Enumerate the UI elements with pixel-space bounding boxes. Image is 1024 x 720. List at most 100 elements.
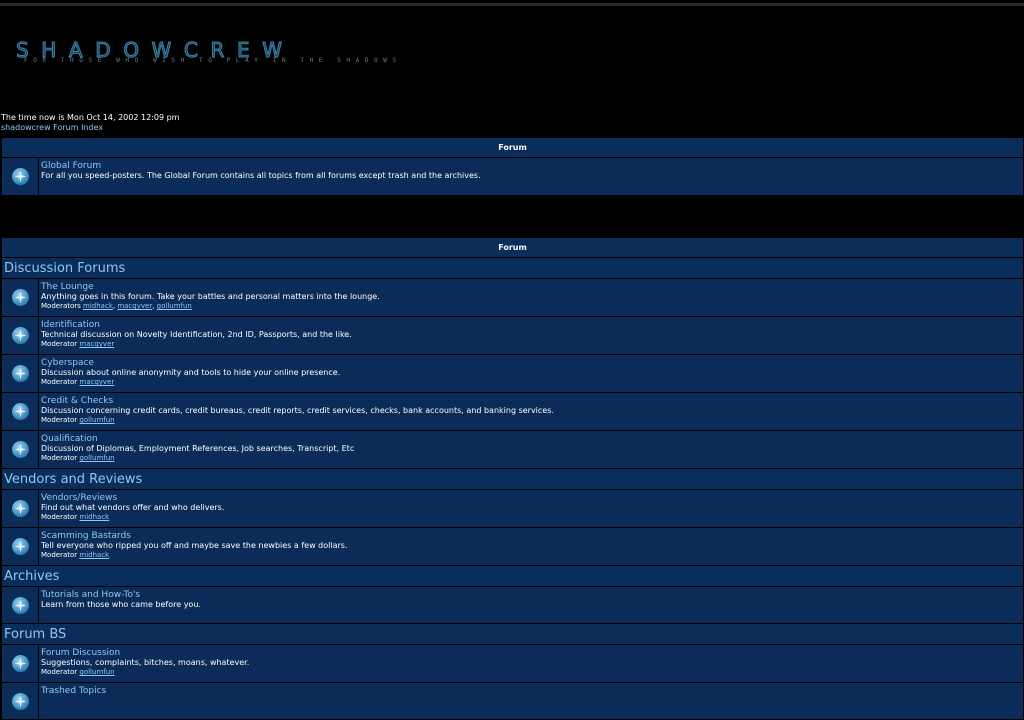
forum-row: Trashed Topics [1,682,1024,720]
forum-description: Learn from those who came before you. [41,600,201,609]
category-row: Vendors and Reviews [1,468,1024,490]
forum-description: Discussion concerning credit cards, cred… [41,406,554,415]
moderator-link[interactable]: macgyver [79,340,114,348]
forum-icon-cell [1,392,39,431]
forum-row: Scamming Bastards Tell everyone who rippe… [1,527,1024,566]
forum-icon-cell [1,644,39,683]
forum-name-link[interactable]: Credit & Checks [41,396,1021,406]
moderator-label: Moderator [41,454,78,462]
moderator-link[interactable]: gollumfun [79,668,114,676]
forum-info-cell: Vendors/Reviews Find out what vendors off… [38,489,1024,528]
forum-moderators: Moderator gollumfun [41,416,1021,425]
forum-folder-icon [11,403,29,420]
forum-info-cell: Tutorials and How-To's Learn from those w… [38,586,1024,624]
forum-moderators: Moderator macgyver [41,340,1021,349]
forum-icon-cell [1,354,39,393]
forum-row: Credit & Checks Discussion concerning cre… [1,392,1024,431]
forum-moderators: Moderator midhack [41,551,1021,560]
moderator-link[interactable]: macgyver [117,302,152,310]
forum-row: Global Forum For all you speed-posters. T… [1,157,1024,196]
moderator-label: Moderator [41,551,78,559]
forum-description: Tell everyone who ripped you off and may… [41,541,348,550]
forum-description: Discussion of Diplomas, Employment Refer… [41,444,355,453]
moderator-link[interactable]: gollumfun [157,302,192,310]
forum-name-link[interactable]: Tutorials and How-To's [41,590,1021,600]
forum-icon-cell [1,157,39,196]
category-row: Forum BS [1,623,1024,645]
forum-info-cell: Qualification Discussion of Diplomas, Emp… [38,430,1024,469]
forum-index-link[interactable]: shadowcrew Forum Index [1,123,103,132]
forum-info-cell: Credit & Checks Discussion concerning cre… [38,392,1024,431]
forum-moderators: Moderator midhack [41,513,1021,522]
category-title[interactable]: Forum BS [1,623,1024,645]
forum-name-link[interactable]: Scamming Bastards [41,531,1021,541]
category-title[interactable]: Vendors and Reviews [1,468,1024,490]
category-title[interactable]: Archives [1,565,1024,587]
forum-row: The Lounge Anything goes in this forum. T… [1,278,1024,317]
moderator-label: Moderator [41,513,78,521]
forum-name-link[interactable]: Cyberspace [41,358,1021,368]
forum-list-table: Forum Discussion Forums The Lounge Anythin… [1,237,1024,720]
forum-folder-icon [11,655,29,672]
forum-row: Tutorials and How-To's Learn from those w… [1,586,1024,624]
forum-name-link[interactable]: Trashed Topics [41,686,1021,696]
moderator-link[interactable]: midhack [79,513,109,521]
forum-folder-icon [11,441,29,458]
global-forum-table: Forum Global Forum For all you speed-post… [1,137,1024,196]
forum-moderators: Moderator gollumfun [41,454,1021,463]
forum-info-cell: Global Forum For all you speed-posters. T… [38,157,1024,196]
forum-name-link[interactable]: Global Forum [41,161,1021,171]
forum-folder-icon [11,500,29,517]
table-header-forum: Forum [1,237,1024,258]
top-border [0,3,1024,6]
forum-description: Discussion about online anonymity and to… [41,368,341,377]
forum-row: Vendors/Reviews Find out what vendors off… [1,489,1024,528]
forum-row: Forum Discussion Suggestions, complaints,… [1,644,1024,683]
forum-description: For all you speed-posters. The Global Fo… [41,171,481,180]
moderator-label: Moderator [41,340,78,348]
forum-folder-icon [11,365,29,382]
moderator-link[interactable]: midhack [79,551,109,559]
forum-icon-cell [1,316,39,355]
moderator-label: Moderator [41,668,78,676]
forum-info-cell: Identification Technical discussion on No… [38,316,1024,355]
forum-name-link[interactable]: The Lounge [41,282,1021,292]
forum-name-link[interactable]: Forum Discussion [41,648,1021,658]
category-row: Archives [1,565,1024,587]
moderator-label: Moderators [41,302,81,310]
forum-icon-cell [1,278,39,317]
moderator-link[interactable]: gollumfun [79,416,114,424]
forum-info-cell: Forum Discussion Suggestions, complaints,… [38,644,1024,683]
site-logo: SHADOWCREW FOR THOSE WHO WISH TO PLAY IN… [16,40,402,65]
forum-name-link[interactable]: Vendors/Reviews [41,493,1021,503]
forum-folder-icon [11,289,29,306]
forum-info-cell: Cyberspace Discussion about online anonym… [38,354,1024,393]
forum-icon-cell [1,586,39,624]
category-row: Discussion Forums [1,257,1024,279]
forum-description: Anything goes in this forum. Take your b… [41,292,380,301]
forum-moderators: Moderators midhack, macgyver, gollumfun [41,302,192,310]
category-title[interactable]: Discussion Forums [1,257,1024,279]
forum-row: Qualification Discussion of Diplomas, Emp… [1,430,1024,469]
forum-name-link[interactable]: Identification [41,320,1021,330]
logo-tagline: FOR THOSE WHO WISH TO PLAY IN THE SHADOW… [24,57,402,64]
forum-description: Technical discussion on Novelty Identifi… [41,330,352,339]
forum-moderators: Moderator gollumfun [41,668,1021,677]
current-time: The time now is Mon Oct 14, 2002 12:09 p… [1,113,180,122]
forum-info-cell: The Lounge Anything goes in this forum. T… [38,278,1024,317]
moderator-link[interactable]: macgyver [79,378,114,386]
forum-info-cell: Scamming Bastards Tell everyone who rippe… [38,527,1024,566]
moderator-link[interactable]: midhack [83,302,113,310]
forum-name-link[interactable]: Qualification [41,434,1021,444]
forum-icon-cell [1,430,39,469]
forum-folder-icon [11,327,29,344]
table-header-forum: Forum [1,137,1024,158]
forum-description: Suggestions, complaints, bitches, moans,… [41,658,250,667]
forum-row: Cyberspace Discussion about online anonym… [1,354,1024,393]
forum-folder-icon [11,168,29,185]
moderator-link[interactable]: gollumfun [79,454,114,462]
forum-row: Identification Technical discussion on No… [1,316,1024,355]
forum-icon-cell [1,527,39,566]
forum-folder-icon [11,538,29,555]
forum-folder-icon [11,596,29,614]
